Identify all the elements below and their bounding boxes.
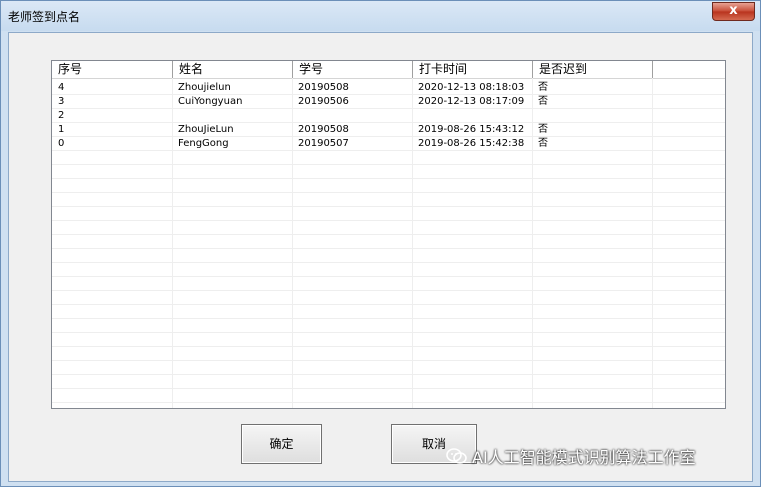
- table-cell: 20190508: [298, 124, 349, 135]
- column-header-checkin-time[interactable]: 打卡时间: [413, 61, 533, 78]
- empty-row: [52, 235, 725, 249]
- table-row[interactable]: 2: [52, 109, 725, 123]
- empty-row: [52, 319, 725, 333]
- table-cell: 1: [58, 124, 65, 135]
- table-cell: 20190507: [298, 138, 349, 149]
- dialog-client-area: 序号 姓名 学号 打卡时间 是否迟到 4 Zhoujielun 20190508 20…: [8, 32, 753, 482]
- table-cell: 否: [538, 82, 548, 93]
- table-cell: [532, 109, 652, 123]
- empty-row: [52, 389, 725, 403]
- close-icon: x: [729, 3, 738, 18]
- table-cell: 3: [58, 96, 65, 107]
- empty-row: [52, 249, 725, 263]
- table-cell: 否: [538, 124, 548, 135]
- empty-row: [52, 305, 725, 319]
- watermark-text: AI人工智能模式识别算法工作室: [472, 448, 696, 467]
- table-cell: ZhouJieLun: [178, 124, 234, 135]
- wechat-icon: [446, 448, 467, 464]
- table-cell: [412, 109, 532, 123]
- empty-row: [52, 277, 725, 291]
- table-cell: 0: [58, 138, 65, 149]
- table-cell: 2020-12-13 08:17:09: [418, 96, 525, 107]
- empty-row: [52, 165, 725, 179]
- empty-row: [52, 347, 725, 361]
- empty-row: [52, 151, 725, 165]
- empty-row: [52, 221, 725, 235]
- table-cell: 2020-12-13 08:18:03: [418, 82, 525, 93]
- empty-row: [52, 263, 725, 277]
- empty-row: [52, 291, 725, 305]
- table-row[interactable]: 3 CuiYongyuan 20190506 2020-12-13 08:17:09 否: [52, 95, 725, 109]
- table-cell: 否: [538, 96, 548, 107]
- table-cell: CuiYongyuan: [178, 96, 243, 107]
- table-cell: 2: [58, 110, 65, 121]
- table-row[interactable]: 0 FengGong 20190507 2019-08-26 15:42:38 否: [52, 137, 725, 151]
- empty-row: [52, 179, 725, 193]
- table-cell: 否: [538, 138, 548, 149]
- table-cell: 2019-08-26 15:42:38: [418, 138, 525, 149]
- window-title: 老师签到点名: [8, 10, 81, 24]
- table-row[interactable]: 1 ZhouJieLun 20190508 2019-08-26 15:43:12 否: [52, 123, 725, 137]
- table-cell: [292, 109, 412, 123]
- empty-row: [52, 333, 725, 347]
- table-cell: Zhoujielun: [178, 82, 231, 93]
- table-cell: FengGong: [178, 138, 229, 149]
- empty-row: [52, 375, 725, 389]
- close-button[interactable]: x: [712, 2, 755, 21]
- list-header: 序号 姓名 学号 打卡时间 是否迟到: [52, 61, 725, 79]
- table-cell: 20190506: [298, 96, 349, 107]
- table-cell: 2019-08-26 15:43:12: [418, 124, 525, 135]
- title-bar[interactable]: 老师签到点名 x: [1, 1, 760, 31]
- empty-row: [52, 207, 725, 221]
- table-row[interactable]: 4 Zhoujielun 20190508 2020-12-13 08:18:03 否: [52, 81, 725, 95]
- ok-button[interactable]: 确定: [241, 424, 322, 464]
- attendance-list[interactable]: 序号 姓名 学号 打卡时间 是否迟到 4 Zhoujielun 20190508 20…: [51, 60, 726, 409]
- column-header-late[interactable]: 是否迟到: [533, 61, 653, 78]
- column-header-name[interactable]: 姓名: [173, 61, 293, 78]
- empty-row: [52, 193, 725, 207]
- column-header-student-id[interactable]: 学号: [293, 61, 413, 78]
- table-cell: [172, 109, 292, 123]
- empty-row: [52, 361, 725, 375]
- table-cell: 20190508: [298, 82, 349, 93]
- watermark: AI人工智能模式识别算法工作室: [446, 444, 696, 468]
- dialog-window: 老师签到点名 x 序号 姓名 学号 打卡时间 是否迟到 4 Zhoujielun 2…: [0, 0, 761, 487]
- column-header-index[interactable]: 序号: [52, 61, 173, 78]
- table-cell: 4: [58, 82, 65, 93]
